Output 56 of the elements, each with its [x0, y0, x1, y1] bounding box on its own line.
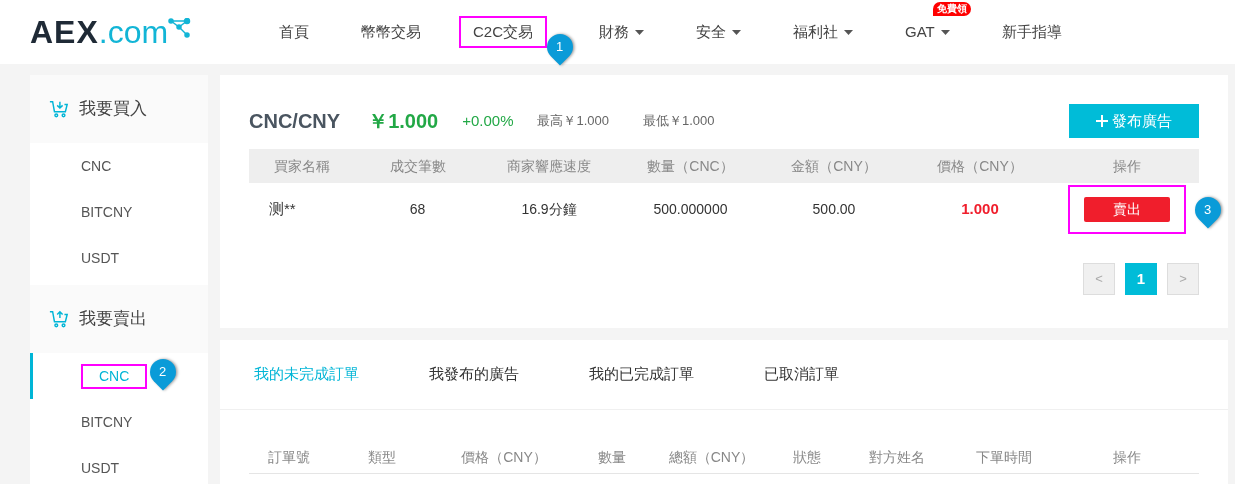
- sidebar-item[interactable]: USDT: [81, 455, 120, 481]
- sidebar-item[interactable]: BITCNY: [81, 199, 133, 225]
- nav-link[interactable]: 福利社: [793, 16, 853, 48]
- column-header: 買家名稱: [273, 156, 331, 176]
- sidebar-item[interactable]: USDT: [81, 245, 120, 271]
- column-header: 下單時間: [975, 448, 1033, 467]
- network-icon: [168, 18, 193, 40]
- order-tab[interactable]: 我發布的廣告: [429, 363, 519, 386]
- caret-icon: [940, 29, 950, 35]
- column-header: 數量: [596, 448, 627, 467]
- sidebar-item[interactable]: BITCNY: [81, 409, 133, 435]
- caret-icon: [635, 29, 644, 35]
- caret-icon: [732, 29, 741, 35]
- order-tab[interactable]: 已取消訂單: [764, 363, 839, 386]
- nav-badge: 免費領: [933, 2, 971, 16]
- nav-link[interactable]: 財務: [599, 16, 644, 48]
- order-tab[interactable]: 我的已完成訂單: [589, 363, 694, 386]
- table-cell-text: 1.000: [960, 198, 1000, 219]
- nav-link[interactable]: 首頁: [279, 16, 309, 48]
- column-header: 對方姓名: [867, 448, 926, 467]
- cart-icon: [49, 309, 69, 329]
- column-header: 價格（CNY）: [936, 156, 1024, 176]
- nav-link[interactable]: 安全: [696, 16, 741, 48]
- column-header: 金額（CNY）: [790, 156, 878, 176]
- price-change: +0.00%: [462, 110, 514, 131]
- column-header: 總額（CNY）: [667, 448, 756, 467]
- column-header: 類型: [366, 448, 397, 467]
- column-header: 價格（CNY）: [460, 448, 548, 467]
- group-title: 我要買入: [79, 98, 147, 121]
- sell-button[interactable]: 賣出: [1084, 196, 1170, 222]
- logo[interactable]: AEX.com: [30, 8, 250, 56]
- plus-icon: [1096, 115, 1108, 127]
- low-price: 最低￥1.000: [643, 112, 715, 131]
- column-header: 數量（CNC）: [646, 156, 735, 176]
- table-cell-text: 68: [408, 199, 427, 219]
- nav-link[interactable]: GAT: [905, 16, 950, 48]
- column-header: 訂單號: [267, 448, 311, 467]
- last-price: ￥1.000: [368, 109, 439, 134]
- group-title: 我要賣出: [79, 308, 147, 331]
- table-cell-text: 500.000000: [652, 199, 729, 219]
- column-header: 狀態: [791, 448, 822, 467]
- table-cell-text: 16.9分鐘: [520, 199, 578, 219]
- pair-name: CNC/CNY: [249, 109, 341, 134]
- column-header: 操作: [1111, 448, 1142, 467]
- nav-link[interactable]: 幣幣交易: [361, 16, 421, 48]
- caret-icon: [844, 29, 853, 35]
- nav-link[interactable]: 新手指導: [1001, 16, 1062, 48]
- column-header: 成交筆數: [388, 156, 447, 176]
- column-header: 操作: [1112, 156, 1142, 176]
- high-price: 最高￥1.000: [537, 112, 610, 131]
- table-cell-text: 测**: [268, 198, 297, 219]
- nav-link[interactable]: C2C交易: [459, 16, 547, 48]
- cart-icon: [49, 99, 69, 119]
- sidebar-item[interactable]: CNC: [81, 153, 112, 179]
- column-header: 商家響應速度: [506, 156, 592, 176]
- table-cell-text: 500.00: [811, 199, 857, 219]
